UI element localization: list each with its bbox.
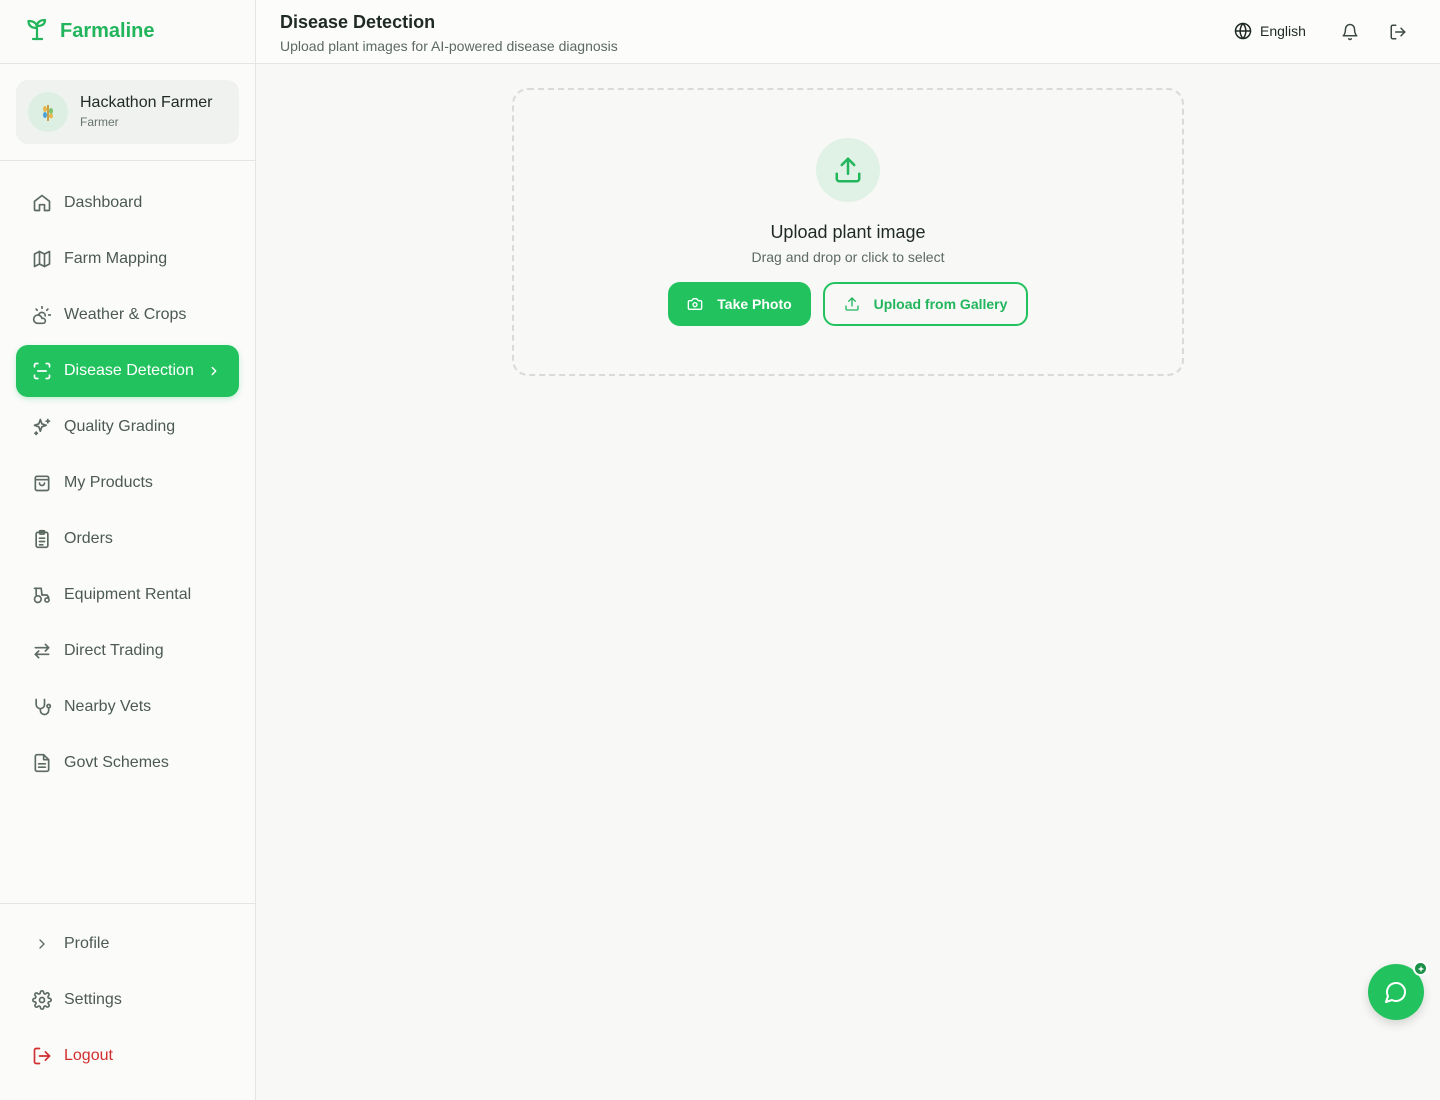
sidebar-item-label: Settings	[64, 991, 122, 1008]
top-header: Disease Detection Upload plant images fo…	[256, 0, 1440, 64]
page-subtitle: Upload plant images for AI-powered disea…	[280, 38, 618, 54]
sidebar-item-label: Nearby Vets	[64, 698, 152, 715]
sidebar-item-label: Quality Grading	[64, 418, 176, 435]
sidebar-item-profile[interactable]: Profile	[16, 918, 239, 970]
sidebar-item-label: Orders	[64, 530, 113, 547]
logout-icon[interactable]	[1388, 22, 1408, 42]
sidebar-item-orders[interactable]: Orders	[16, 513, 239, 565]
sidebar-item-label: Profile	[64, 935, 110, 952]
globe-icon	[1234, 22, 1252, 40]
sidebar-item-weather-crops[interactable]: Weather & Crops	[16, 289, 239, 341]
sidebar: Farmaline Hackathon Farmer Farmer Dashbo…	[0, 0, 256, 1100]
upload-dropzone[interactable]: Upload plant image Drag and drop or clic…	[512, 88, 1184, 376]
scan-icon	[32, 361, 52, 381]
sidebar-item-label: Disease Detection	[64, 362, 194, 379]
gear-icon	[32, 990, 52, 1010]
sidebar-item-farm-mapping[interactable]: Farm Mapping	[16, 233, 239, 285]
sidebar-item-nearby-vets[interactable]: Nearby Vets	[16, 681, 239, 733]
camera-icon	[687, 296, 703, 312]
upload-icon	[844, 296, 860, 312]
user-section: Hackathon Farmer Farmer	[0, 64, 255, 161]
sidebar-item-label: Dashboard	[64, 194, 143, 211]
language-label: English	[1260, 23, 1306, 39]
upload-icon-circle	[816, 138, 880, 202]
brand[interactable]: Farmaline	[0, 0, 255, 64]
arrows-swap-icon	[32, 641, 52, 661]
take-photo-label: Take Photo	[717, 296, 792, 312]
wheat-icon	[43, 105, 53, 121]
upload-gallery-label: Upload from Gallery	[873, 296, 1008, 312]
sidebar-item-my-products[interactable]: My Products	[16, 457, 239, 509]
sidebar-item-label: Weather & Crops	[64, 306, 187, 323]
document-icon	[32, 753, 52, 773]
sidebar-item-dashboard[interactable]: Dashboard	[16, 177, 239, 229]
sparkle-badge-icon	[1413, 961, 1428, 976]
sidebar-item-label: Logout	[64, 1047, 113, 1064]
sidebar-item-govt-schemes[interactable]: Govt Schemes	[16, 737, 239, 789]
clipboard-icon	[32, 529, 52, 549]
tractor-icon	[32, 585, 52, 605]
sidebar-bottom: Profile Settings Logout	[0, 903, 255, 1086]
sidebar-item-label: Farm Mapping	[64, 250, 168, 267]
logout-icon	[32, 1046, 52, 1066]
upload-icon	[833, 155, 863, 185]
sidebar-item-disease-detection[interactable]: Disease Detection	[16, 345, 239, 397]
upload-gallery-button[interactable]: Upload from Gallery	[823, 282, 1028, 326]
upload-title: Upload plant image	[770, 222, 926, 242]
main-nav: Dashboard Farm Mapping Weather & Crops D…	[16, 177, 239, 793]
sidebar-item-label: Direct Trading	[64, 642, 164, 659]
sidebar-item-label: My Products	[64, 474, 153, 491]
page-title: Disease Detection	[280, 12, 436, 32]
map-icon	[32, 249, 52, 269]
shopping-bag-icon	[32, 473, 52, 493]
sidebar-item-equipment-rental[interactable]: Equipment Rental	[16, 569, 239, 621]
sidebar-item-quality-grading[interactable]: Quality Grading	[16, 401, 239, 453]
sidebar-item-label: Govt Schemes	[64, 754, 169, 771]
stethoscope-icon	[32, 697, 52, 717]
sprout-logo-icon	[26, 17, 48, 46]
user-card[interactable]: Hackathon Farmer Farmer	[16, 80, 239, 144]
sparkles-icon	[32, 417, 52, 437]
sidebar-item-label: Equipment Rental	[64, 586, 192, 603]
user-role: Farmer	[80, 115, 119, 129]
take-photo-button[interactable]: Take Photo	[668, 282, 811, 326]
bell-icon[interactable]	[1340, 22, 1360, 42]
chevron-right-icon	[32, 934, 52, 954]
sidebar-item-settings[interactable]: Settings	[16, 974, 239, 1026]
user-name: Hackathon Farmer	[80, 94, 213, 111]
sidebar-item-logout[interactable]: Logout	[16, 1030, 239, 1082]
chevron-right-icon	[207, 364, 221, 378]
message-circle-icon	[1384, 980, 1408, 1004]
avatar	[28, 92, 68, 132]
upload-hint: Drag and drop or click to select	[751, 249, 945, 265]
language-selector[interactable]: English	[1234, 22, 1306, 40]
home-icon	[32, 193, 52, 213]
sidebar-item-direct-trading[interactable]: Direct Trading	[16, 625, 239, 677]
brand-name: Farmaline	[60, 20, 155, 42]
sun-cloud-icon	[32, 305, 52, 325]
